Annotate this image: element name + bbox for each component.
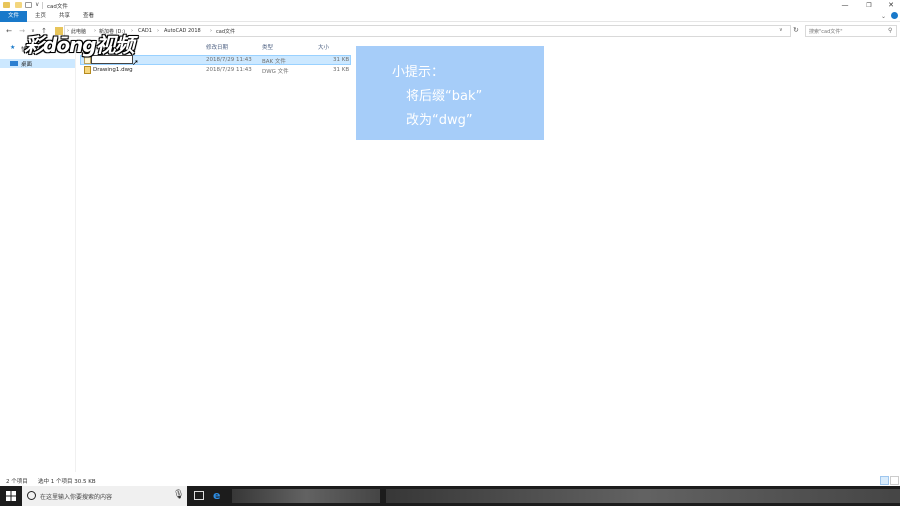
dwg-file-icon [84, 66, 91, 74]
column-header-size[interactable]: 大小 [318, 43, 329, 51]
column-header-type[interactable]: 类型 [262, 43, 273, 51]
properties-icon[interactable] [15, 2, 22, 8]
details-view-icon[interactable] [880, 476, 889, 485]
taskbar-blurred-apps [232, 489, 380, 503]
tip-title: 小提示： [392, 65, 445, 80]
crumb-autocad[interactable]: AutoCAD 2018 [164, 28, 201, 34]
file-size: 31 KB [333, 67, 350, 73]
search-input[interactable]: 搜索"cad文件" ⚲ [805, 25, 897, 37]
file-type: BAK 文件 [262, 59, 286, 65]
title-separator [42, 2, 43, 9]
cortana-icon [27, 491, 36, 500]
search-icon[interactable]: ⚲ [888, 27, 892, 34]
watermark-logo: 彩dōng视频 [24, 33, 135, 57]
ribbon-tabs: 文件 主页 共享 查看 ⌄ [0, 11, 900, 22]
microphone-icon[interactable]: 🎙 [173, 490, 184, 500]
edge-browser-icon[interactable]: e [213, 489, 220, 502]
column-header-modified[interactable]: 修改日期 [206, 43, 228, 51]
file-size: 31 KB [333, 57, 350, 63]
star-icon: ★ [10, 44, 16, 51]
file-type: DWG 文件 [262, 69, 289, 75]
address-dropdown-icon[interactable]: ∨ [779, 27, 783, 33]
tip-line-2: 改为“dwg” [406, 113, 473, 128]
status-selection: 选中 1 个项目 30.5 KB [38, 479, 96, 485]
taskbar-search-input[interactable]: 在这里输入你要搜索的内容 🎙 [22, 486, 187, 506]
tab-home[interactable]: 主页 [27, 11, 54, 22]
refresh-icon[interactable]: ↻ [793, 26, 799, 34]
desktop-icon [10, 61, 18, 66]
close-button[interactable]: ✕ [880, 0, 900, 11]
back-icon[interactable]: ← [4, 26, 14, 36]
minimize-button[interactable]: — [834, 0, 856, 11]
crumb-cad1[interactable]: CAD1 [138, 28, 152, 34]
crumb-separator: › [157, 28, 159, 34]
new-file-icon[interactable] [25, 2, 32, 8]
windows-start-icon[interactable] [6, 491, 16, 501]
quick-access-dropdown[interactable]: ∨ [35, 1, 39, 8]
task-view-icon[interactable] [194, 491, 204, 500]
taskbar-blurred-tray [386, 489, 900, 503]
taskbar-search-placeholder: 在这里输入你要搜索的内容 [40, 494, 113, 501]
folder-icon [3, 2, 10, 8]
tab-view[interactable]: 查看 [75, 11, 102, 22]
window-title: cad文件 [47, 4, 68, 10]
maximize-button[interactable]: ❐ [858, 0, 880, 11]
tab-share[interactable]: 共享 [51, 11, 78, 22]
nav-item-desktop[interactable]: 桌面 [21, 60, 32, 68]
tip-overlay: 小提示： 将后缀“bak” 改为“dwg” [356, 46, 544, 140]
pane-divider[interactable] [75, 40, 76, 472]
help-icon[interactable] [891, 12, 898, 19]
tip-line-1: 将后缀“bak” [406, 89, 483, 104]
expand-ribbon-icon[interactable]: ⌄ [881, 13, 886, 20]
search-placeholder: 搜索"cad文件" [809, 29, 843, 35]
file-modified: 2018/7/29 11:43 [206, 67, 252, 73]
address-bar[interactable]: › 此电脑 › 新加卷 (D:) › CAD1 › AutoCAD 2018 ›… [55, 25, 791, 37]
title-bar: ∨ cad文件 — ❐ ✕ [0, 0, 900, 11]
file-modified: 2018/7/29 11:43 [206, 57, 252, 63]
status-item-count: 2 个项目 [6, 479, 28, 485]
file-name[interactable]: Drawing1.dwg [93, 67, 133, 73]
navigation-pane [0, 40, 75, 472]
crumb-cad-folder[interactable]: cad文件 [216, 28, 235, 35]
tab-file[interactable]: 文件 [0, 11, 27, 22]
large-icons-view-icon[interactable] [890, 476, 899, 485]
crumb-separator: › [210, 28, 212, 34]
